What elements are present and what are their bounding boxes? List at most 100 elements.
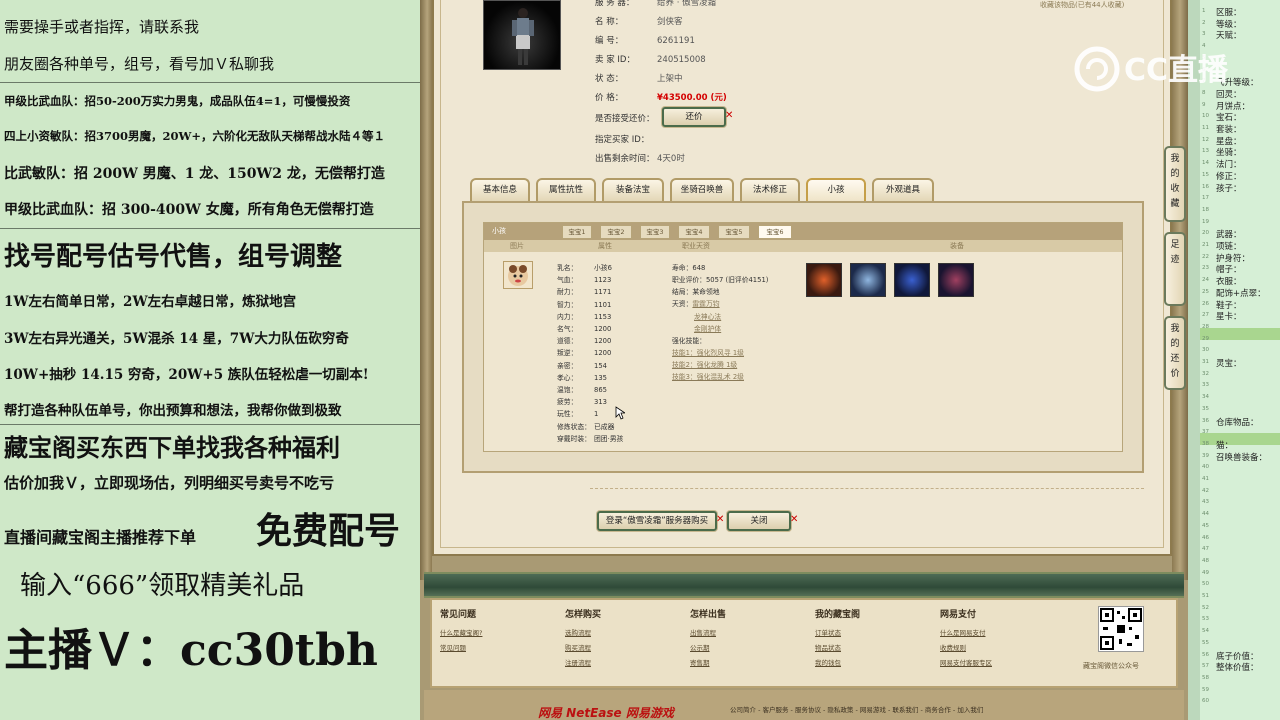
sub-tab-baby-4[interactable]: 宝宝4 (678, 225, 710, 239)
talent-row-3: 金刚护体 (694, 323, 721, 333)
tab-children[interactable]: 小孩 (806, 178, 866, 201)
sub-tab-baby-6[interactable]: 宝宝6 (758, 225, 792, 239)
name-row: 名 称： 剑侠客 (595, 17, 683, 27)
line-number: 26 (1202, 300, 1209, 307)
line-number: 1 (1202, 8, 1206, 14)
line-number: 57 (1202, 663, 1209, 670)
sub-tab-baby-2[interactable]: 宝宝2 (600, 225, 632, 239)
tab-mounts-pets[interactable]: 坐骑召唤兽 (670, 178, 734, 201)
line-number: 56 (1202, 651, 1209, 658)
footer-link[interactable]: 订单状态 (815, 627, 841, 637)
line-number: 58 (1202, 674, 1209, 681)
line-number: 32 (1202, 370, 1209, 377)
side-tab-my-bargains[interactable]: 我的还价 (1164, 316, 1186, 390)
side-tab-my-favorites[interactable]: 我的收藏 (1164, 146, 1186, 222)
equipment-slot-1-icon[interactable] (806, 263, 842, 297)
line-number: 29 (1202, 335, 1209, 342)
footer-link[interactable]: 网易支付客服专区 (940, 657, 992, 667)
footer-title-netease-pay: 网易支付 (940, 610, 977, 620)
equipment-slot-2-icon[interactable] (850, 263, 886, 297)
skill-link-2[interactable]: 技能2：强化龙腾 1级 (672, 361, 737, 369)
login-buy-button[interactable]: 登录“傲雪凌霜”服务器购买 (597, 511, 717, 531)
notes-label: 武器： (1216, 230, 1242, 241)
close-button-x-icon[interactable]: ✕ (790, 514, 798, 525)
notes-label: 衣服： (1216, 277, 1242, 288)
line-number: 35 (1202, 405, 1209, 412)
footer-link[interactable]: 物品状态 (815, 642, 841, 652)
seller-row: 卖 家 ID： 240515008 (595, 55, 706, 65)
line-number: 18 (1202, 206, 1209, 213)
overlay-line: 帮打造各种队伍单号，你出预算和想法，我帮你做到极致 (4, 403, 342, 419)
line-number: 41 (1202, 476, 1209, 482)
notes-label: 护身符： (1216, 253, 1251, 264)
notes-label: 配饰+点翠： (1216, 288, 1266, 299)
child-stat-row: 温饱： 865 (557, 384, 607, 394)
footer-link[interactable]: 寄售期 (690, 657, 710, 667)
footer-link[interactable]: 出售流程 (690, 627, 716, 637)
footer-link[interactable]: 选购流程 (565, 627, 591, 637)
footer-link[interactable]: 常见问题 (440, 642, 466, 652)
child-stat-label: 智力： (557, 300, 578, 309)
line-number: 13 (1202, 148, 1209, 155)
line-number: 59 (1202, 686, 1209, 693)
line-number: 21 (1202, 242, 1209, 248)
skill-link-1[interactable]: 技能1：强化烈风寻 1级 (672, 349, 744, 357)
skill-link-3[interactable]: 技能3：强化混乱术 2级 (672, 373, 744, 381)
child-stat-value: 已成器 (594, 422, 615, 431)
footer-link[interactable]: 我的钱包 (815, 657, 841, 667)
child-stat-row: 叛逆： 1200 (557, 347, 611, 357)
talent-link-1[interactable]: 雷霆万钧 (692, 300, 719, 308)
price-row: 价 格： ¥43500.00 (元) (595, 93, 727, 103)
line-number: 30 (1202, 347, 1209, 354)
overlay-line: 甲级比武血队：招 300-400W 女魔，所有角色无偿帮打造 (4, 202, 374, 218)
close-button[interactable]: 关闭 (727, 511, 791, 531)
footer-title-how-to-buy: 怎样购买 (565, 610, 602, 620)
overlay-headline: 藏宝阁买东西下单找我各种福利 (4, 433, 340, 462)
sub-tab-baby-3[interactable]: 宝宝3 (640, 225, 670, 239)
window-frame-left (420, 0, 432, 580)
bargain-close-icon[interactable]: ✕ (725, 110, 733, 121)
line-number: 54 (1202, 628, 1209, 635)
footer-link[interactable]: 注册流程 (565, 657, 591, 667)
child-stat-label: 内力： (557, 312, 578, 321)
line-number: 17 (1202, 195, 1209, 202)
tab-appearance[interactable]: 外观道具 (872, 178, 934, 201)
bargain-button[interactable]: 还价 (662, 107, 726, 127)
sub-tab-baby-5[interactable]: 宝宝5 (718, 225, 750, 239)
equipment-slot-3-icon[interactable] (894, 263, 930, 297)
side-tab-footprints[interactable]: 足迹 (1164, 232, 1186, 306)
mouse-cursor-icon (615, 406, 625, 420)
favorite-link[interactable]: 收藏该物品(已有44人收藏) (1040, 0, 1124, 10)
equipment-slot-4-icon[interactable] (938, 263, 974, 297)
tab-basic-info[interactable]: 基本信息 (470, 178, 530, 201)
child-stat-label: 疲劳： (557, 398, 578, 407)
column-header-equipment: 装备 (950, 242, 964, 250)
notes-label: 猫： (1216, 440, 1234, 451)
overlay-line: 需要操手或者指挥，请联系我 (4, 18, 200, 36)
price-value: ¥43500.00 (元) (657, 93, 727, 103)
line-number: 53 (1202, 616, 1209, 623)
line-number: 51 (1202, 593, 1209, 599)
sub-tab-baby-1[interactable]: 宝宝1 (562, 225, 592, 239)
overlay-line: 3W左右异光通关，5W混杀 14 星，7W大力队伍砍穷奇 (4, 331, 349, 347)
talent-link-3[interactable]: 金刚护体 (694, 325, 721, 333)
footer-link[interactable]: 购买流程 (565, 642, 591, 652)
tab-equipment[interactable]: 装备法宝 (602, 178, 664, 201)
talent-link-2[interactable]: 龙神心法 (694, 313, 721, 321)
login-buy-close-icon[interactable]: ✕ (716, 514, 724, 525)
line-number: 15 (1202, 171, 1209, 178)
tab-attributes[interactable]: 属性抗性 (536, 178, 596, 201)
line-number: 36 (1202, 417, 1209, 424)
footer-link[interactable]: 什么是网易支付 (940, 627, 986, 637)
child-stat-value: 865 (594, 386, 607, 394)
copyright-links[interactable]: 公司简介 - 客户服务 - 服务协议 - 隐私政策 - 网易游戏 - 联系我们 … (730, 704, 983, 714)
bargain-row: 是否接受还价： (595, 114, 655, 124)
child-stat-value: 小孩6 (594, 264, 612, 272)
section-divider (590, 488, 1144, 489)
footer-link[interactable]: 什么是藏宝阁? (440, 627, 482, 637)
status-row: 状 态： 上架中 (595, 74, 683, 84)
footer-link[interactable]: 公示期 (690, 642, 710, 652)
tab-spell-correction[interactable]: 法术修正 (740, 178, 800, 201)
footer-link[interactable]: 收费规则 (940, 642, 966, 652)
notes-label: 宝石： (1216, 113, 1242, 124)
